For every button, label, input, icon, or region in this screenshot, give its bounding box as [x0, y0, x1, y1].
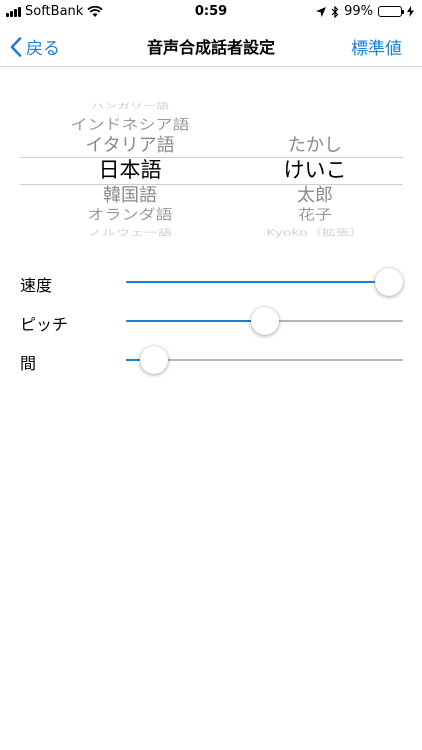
speed-row: 速度 — [0, 262, 422, 302]
location-icon — [316, 6, 327, 17]
battery-percent: 99% — [344, 4, 373, 19]
pitch-slider[interactable] — [126, 307, 403, 335]
reset-defaults-button[interactable]: 標準値 — [351, 34, 402, 59]
bluetooth-icon — [331, 5, 339, 18]
pause-slider-thumb[interactable] — [139, 346, 168, 374]
pause-row: 間 — [0, 340, 422, 380]
speed-label: 速度 — [20, 276, 53, 295]
speed-slider[interactable] — [126, 268, 403, 296]
pause-slider-fill — [126, 359, 140, 361]
battery-icon — [378, 6, 404, 17]
charging-icon — [407, 6, 414, 17]
speed-slider-fill — [126, 281, 403, 283]
voice-option-selected[interactable]: けいこ — [200, 160, 422, 181]
pitch-row: ピッチ — [0, 301, 422, 341]
pause-label: 間 — [20, 354, 37, 373]
pitch-slider-thumb[interactable] — [250, 307, 279, 335]
pitch-slider-fill — [126, 320, 265, 322]
pause-slider[interactable] — [126, 346, 403, 374]
voice-option[interactable]: 花子 — [200, 208, 422, 222]
voice-option[interactable]: たかし — [200, 137, 422, 155]
status-bar: SoftBank 0:59 99% — [0, 0, 422, 24]
pitch-label: ピッチ — [20, 315, 69, 334]
voice-option[interactable]: 太郎 — [200, 187, 422, 205]
voice-wheel[interactable]: たかし けいこ 太郎 花子 Kyoko（拡張） — [200, 100, 422, 242]
voice-option[interactable]: Kyoko（拡張） — [200, 229, 422, 237]
speed-slider-thumb[interactable] — [375, 268, 403, 296]
voice-picker[interactable]: ハンガリー語 インドネシア語 イタリア語 日本語 韓国語 オランダ語 ノルウェー… — [0, 100, 422, 242]
navigation-bar: 戻る 音声合成話者設定 標準値 — [0, 24, 422, 67]
